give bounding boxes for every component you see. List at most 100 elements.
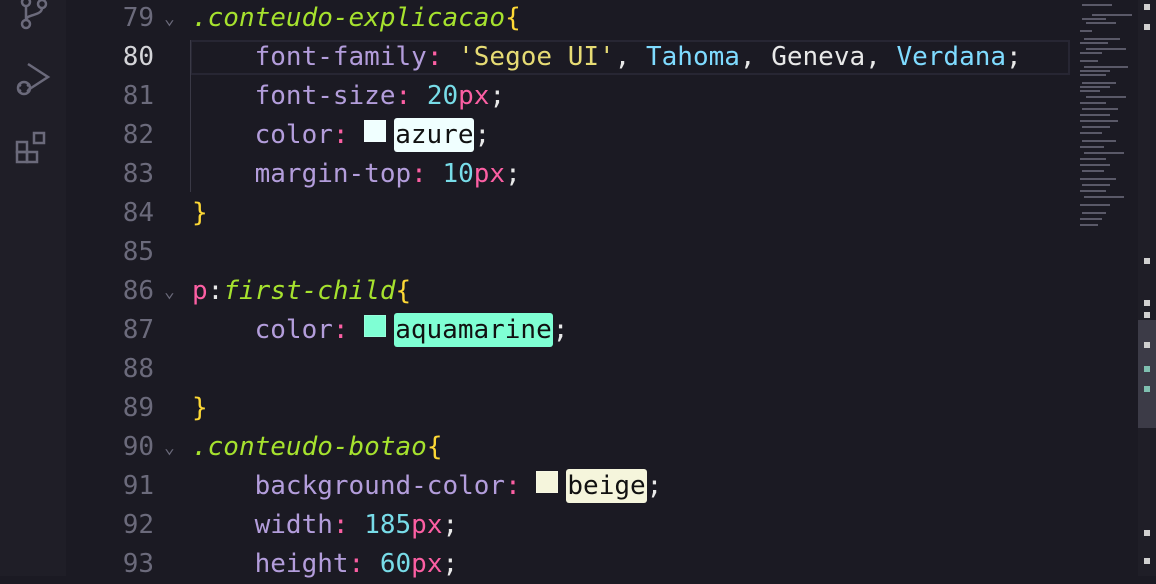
- scrollbar-marker: [1144, 300, 1150, 306]
- code-token: Geneva: [771, 42, 866, 72]
- minimap-line: [1086, 48, 1126, 50]
- code-token: ,: [614, 42, 646, 72]
- code-token: px: [411, 510, 443, 540]
- scrollbar-marker: [1144, 4, 1150, 10]
- line-number: 88: [122, 354, 154, 384]
- code-line[interactable]: 79 ⌄ .conteudo-explicacao{: [66, 0, 1138, 38]
- code-token: :: [411, 159, 443, 189]
- line-number: 89: [122, 393, 154, 423]
- line-number: 91: [122, 471, 154, 501]
- source-control-icon[interactable]: [14, 0, 52, 32]
- code-token: px: [473, 159, 506, 189]
- minimap-line: [1084, 152, 1124, 154]
- minimap-line: [1080, 158, 1106, 160]
- minimap-line: [1082, 170, 1104, 172]
- line-number: 90: [122, 432, 154, 462]
- code-token: ;: [646, 471, 663, 501]
- code-text: }: [192, 194, 208, 233]
- minimap-line: [1082, 82, 1116, 84]
- line-number: 81: [122, 81, 154, 111]
- minimap[interactable]: [1072, 0, 1138, 576]
- code-line[interactable]: 90 ⌄ .conteudo-botao{: [66, 428, 1138, 467]
- code-token: background-color: [192, 471, 506, 501]
- fold-chevron-icon[interactable]: ⌄: [164, 272, 175, 311]
- code-token: margin-top: [192, 159, 412, 189]
- code-text: color: aquamarine;: [192, 311, 568, 350]
- color-swatch-icon[interactable]: [364, 120, 387, 142]
- code-token: ;: [442, 510, 459, 540]
- code-line[interactable]: 81 font-size: 20px;: [66, 77, 1138, 116]
- scrollbar-marker: [1144, 24, 1150, 30]
- code-token: ;: [442, 549, 459, 579]
- code-text: background-color: beige;: [192, 467, 662, 506]
- code-token: }: [192, 393, 208, 423]
- code-line[interactable]: 82 color: azure;: [66, 116, 1138, 155]
- scrollbar-marker: [1144, 312, 1150, 318]
- minimap-line: [1080, 146, 1104, 148]
- code-token: :: [426, 42, 459, 72]
- code-token: :: [505, 471, 537, 501]
- line-number: 87: [122, 315, 154, 345]
- fold-chevron-icon[interactable]: ⌄: [164, 428, 175, 467]
- code-text: font-family: 'Segoe UI', Tahoma, Geneva,…: [192, 38, 1022, 77]
- minimap-line: [1082, 108, 1118, 110]
- fold-chevron-icon[interactable]: ⌄: [164, 0, 175, 38]
- code-line[interactable]: 92 width: 185px;: [66, 506, 1138, 545]
- run-debug-icon[interactable]: [14, 60, 52, 98]
- code-text: height: 60px;: [192, 545, 459, 584]
- scrollbar-thumb[interactable]: [1138, 320, 1156, 428]
- code-token: 20: [426, 81, 459, 111]
- code-token: first-child: [223, 276, 396, 306]
- code-editor[interactable]: 79 ⌄ .conteudo-explicacao{80 font-family: …: [66, 0, 1138, 579]
- code-token: .conteudo-explicacao: [192, 3, 506, 33]
- line-number: 93: [122, 549, 154, 579]
- code-line[interactable]: 91 background-color: beige;: [66, 467, 1138, 506]
- code-line[interactable]: 88: [66, 350, 1138, 389]
- code-token: p: [192, 276, 208, 306]
- minimap-line: [1080, 224, 1098, 226]
- extensions-icon[interactable]: [14, 128, 52, 166]
- line-number: 92: [122, 510, 154, 540]
- code-text: p:first-child{: [192, 272, 411, 311]
- scrollbar-marker: [1144, 530, 1150, 536]
- code-token: ;: [505, 159, 521, 189]
- minimap-line: [1080, 70, 1110, 72]
- code-line[interactable]: 87 color: aquamarine;: [66, 311, 1138, 350]
- code-line[interactable]: 93 height: 60px;: [66, 545, 1138, 584]
- minimap-line: [1084, 38, 1120, 40]
- vertical-scrollbar[interactable]: [1138, 0, 1156, 576]
- code-token: ,: [865, 42, 897, 72]
- minimap-line: [1080, 178, 1116, 180]
- code-line[interactable]: 80 font-family: 'Segoe UI', Tahoma, Gene…: [66, 38, 1138, 77]
- line-number: 83: [122, 159, 154, 189]
- color-swatch-icon[interactable]: [364, 315, 387, 337]
- scrollbar-marker: [1144, 386, 1150, 392]
- line-number: 79: [122, 3, 154, 33]
- code-line[interactable]: 89}: [66, 389, 1138, 428]
- minimap-line: [1080, 74, 1106, 76]
- code-token: :: [348, 549, 380, 579]
- minimap-line: [1080, 90, 1100, 92]
- minimap-line: [1080, 60, 1098, 62]
- minimap-line: [1086, 96, 1126, 98]
- line-number: 86: [122, 276, 154, 306]
- line-number: 85: [122, 237, 154, 267]
- minimap-line: [1080, 102, 1106, 104]
- code-line[interactable]: 85: [66, 233, 1138, 272]
- minimap-line: [1080, 86, 1110, 88]
- code-line[interactable]: 86 ⌄ p:first-child{: [66, 272, 1138, 311]
- code-token: 10: [442, 159, 474, 189]
- code-token: px: [458, 81, 490, 111]
- code-line[interactable]: 84}: [66, 194, 1138, 233]
- minimap-line: [1092, 14, 1132, 16]
- code-text: margin-top: 10px;: [192, 155, 521, 194]
- code-line[interactable]: 83 margin-top: 10px;: [66, 155, 1138, 194]
- scrollbar-marker: [1144, 558, 1150, 564]
- code-token: Verdana: [896, 42, 1007, 72]
- scrollbar-marker: [1144, 258, 1150, 264]
- minimap-line: [1080, 114, 1110, 116]
- minimap-line: [1080, 164, 1110, 166]
- code-token: color: [192, 120, 333, 150]
- color-swatch-icon[interactable]: [536, 471, 559, 493]
- minimap-line: [1082, 126, 1110, 128]
